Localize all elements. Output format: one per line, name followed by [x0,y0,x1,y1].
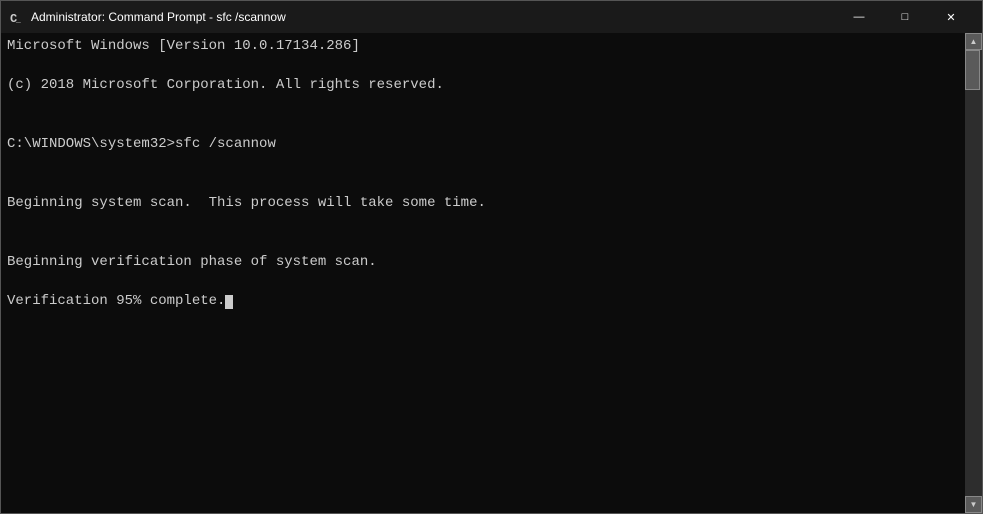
cmd-icon: C _ [9,9,25,25]
maximize-button[interactable]: □ [882,1,928,33]
window-title: Administrator: Command Prompt - sfc /sca… [31,10,836,24]
terminal-line: Verification 95% complete. [7,292,959,312]
terminal-line: Microsoft Windows [Version 10.0.17134.28… [7,37,959,57]
command-prompt-window: C _ Administrator: Command Prompt - sfc … [0,0,983,514]
window-controls: — □ ✕ [836,1,974,33]
terminal-line: Beginning verification phase of system s… [7,253,959,273]
minimize-button[interactable]: — [836,1,882,33]
terminal-line: Beginning system scan. This process will… [7,194,959,214]
scrollbar-track[interactable] [965,50,982,496]
scroll-up-button[interactable]: ▲ [965,33,982,50]
scrollbar: ▲ ▼ [965,33,982,513]
close-button[interactable]: ✕ [928,1,974,33]
titlebar: C _ Administrator: Command Prompt - sfc … [1,1,982,33]
scrollbar-thumb[interactable] [965,50,980,90]
terminal-line: (c) 2018 Microsoft Corporation. All righ… [7,76,959,96]
svg-text:_: _ [15,16,21,25]
scroll-down-button[interactable]: ▼ [965,496,982,513]
content-area: Microsoft Windows [Version 10.0.17134.28… [1,33,982,513]
terminal-line: C:\WINDOWS\system32>sfc /scannow [7,135,959,155]
cursor-block [225,295,233,309]
terminal-output[interactable]: Microsoft Windows [Version 10.0.17134.28… [1,33,965,513]
